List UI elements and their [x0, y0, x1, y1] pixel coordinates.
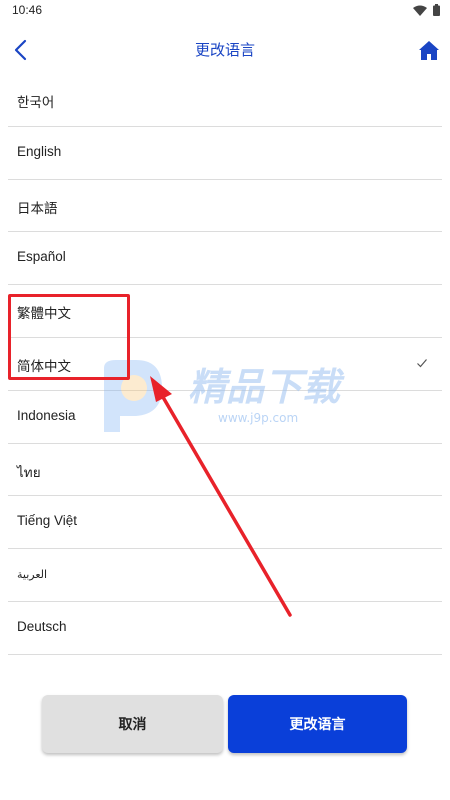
status-time: 10:46 [12, 3, 43, 17]
change-language-button[interactable]: 更改语言 [228, 695, 407, 753]
status-icons [413, 3, 440, 17]
page-title: 更改语言 [194, 41, 255, 59]
language-item-traditional-chinese[interactable]: 繁體中文 [8, 285, 442, 338]
home-button[interactable] [416, 38, 442, 64]
language-list: 한국어 English 日本語 Español 繁體中文 简体中文 Indone… [8, 74, 442, 655]
language-item-thai[interactable]: ไทย [8, 444, 442, 497]
language-item-simplified-chinese[interactable]: 简体中文 [8, 338, 442, 391]
language-item-spanish[interactable]: Español [8, 232, 442, 286]
language-item-indonesian[interactable]: Indonesia [8, 391, 442, 444]
language-item-english[interactable]: English [8, 127, 442, 180]
language-label: العربية [17, 569, 48, 582]
check-icon [417, 359, 427, 368]
battery-icon [433, 4, 440, 16]
language-item-arabic[interactable]: العربية [8, 549, 442, 602]
language-label: Deutsch [17, 618, 67, 634]
language-label: ไทย [17, 464, 41, 480]
language-item-vietnamese[interactable]: Tiếng Việt [8, 496, 442, 550]
status-bar: 10:46 [0, 0, 450, 20]
language-label: 日本語 [17, 200, 58, 216]
language-label: 简体中文 [17, 358, 71, 374]
language-label: 繁體中文 [17, 306, 71, 322]
cancel-button[interactable]: 取消 [42, 695, 223, 753]
language-label: English [17, 143, 62, 159]
home-icon [419, 41, 439, 60]
language-label: Tiếng Việt [17, 513, 78, 529]
language-label: Español [17, 249, 66, 265]
language-item-german[interactable]: Deutsch [8, 602, 442, 655]
language-item-japanese[interactable]: 日本語 [8, 180, 442, 233]
language-item-korean[interactable]: 한국어 [8, 74, 442, 127]
language-label: 한국어 [17, 95, 55, 110]
header: 更改语言 [0, 30, 450, 70]
wifi-icon [413, 5, 427, 16]
language-label: Indonesia [17, 407, 76, 423]
